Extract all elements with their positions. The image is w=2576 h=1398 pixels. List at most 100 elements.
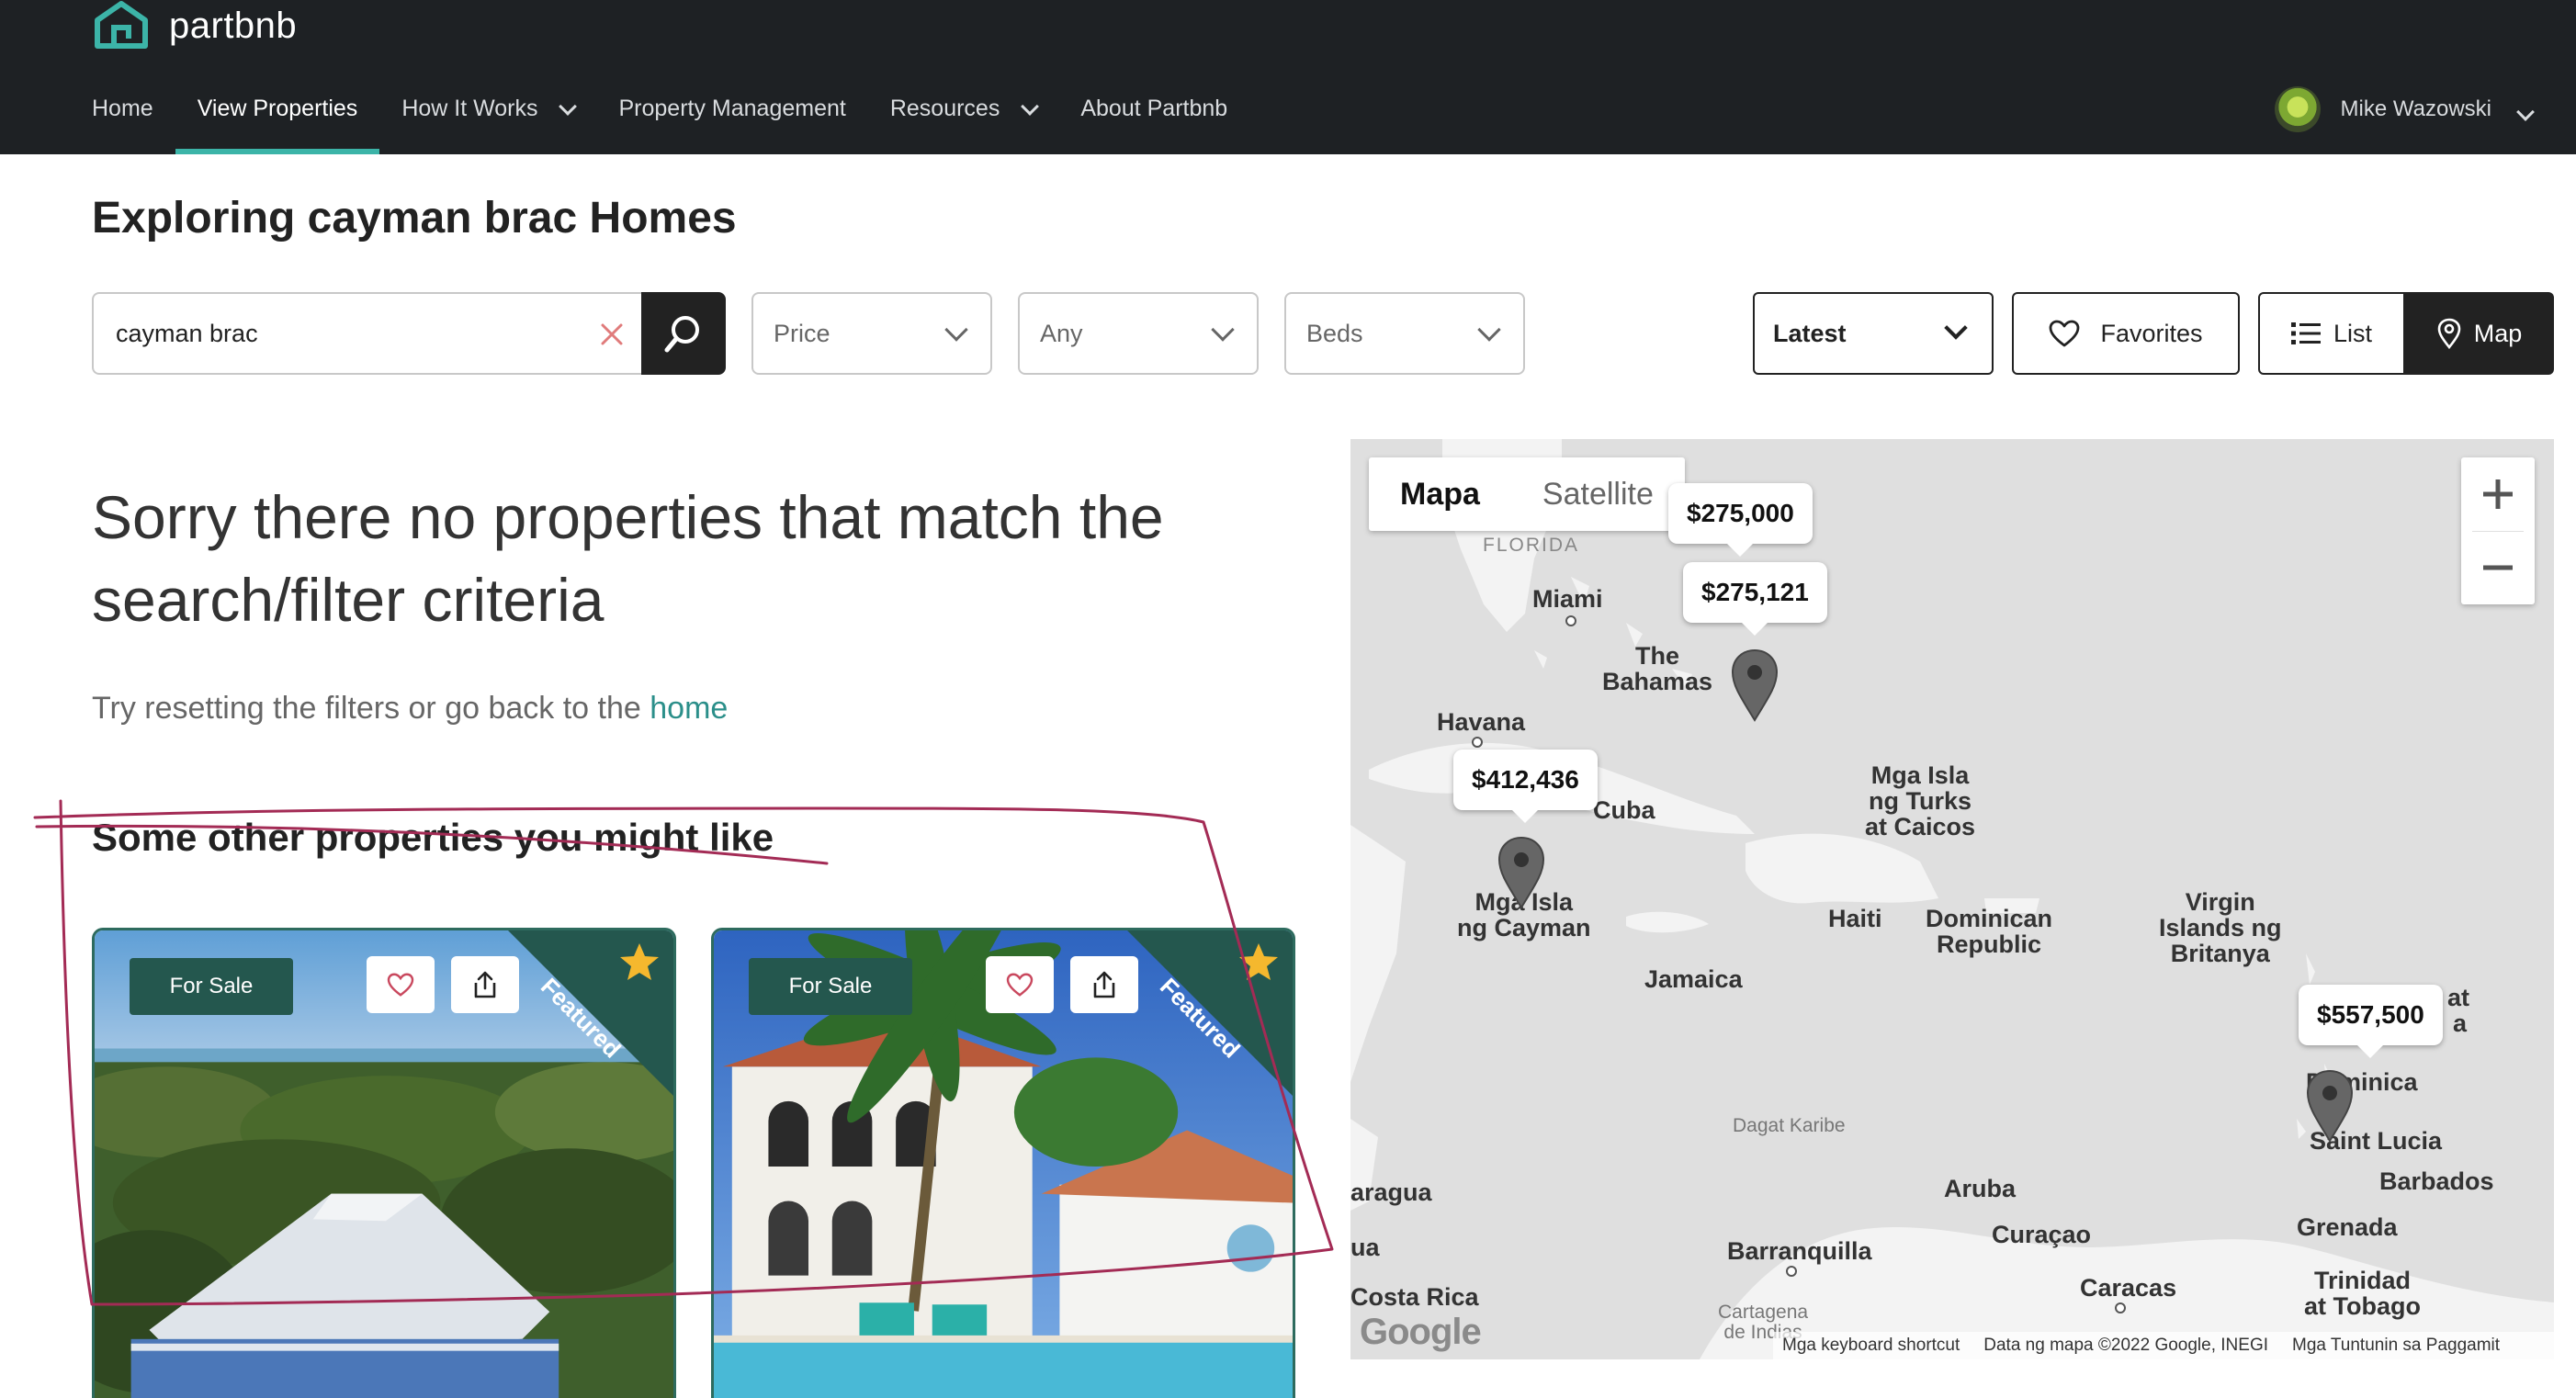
property-card[interactable]: For Sale Featured: [711, 928, 1295, 1398]
map-label-turks-caicos: Mga Isla ng Turks at Caicos: [1865, 761, 1976, 840]
chevron-down-icon: [1211, 318, 1235, 342]
clear-icon[interactable]: [595, 318, 628, 351]
google-logo: Google: [1360, 1312, 1482, 1352]
featured-ribbon: Featured: [1109, 930, 1293, 1114]
chevron-down-icon: [559, 97, 578, 116]
terms-link[interactable]: Mga Tuntunin sa Paggamit: [2292, 1336, 2500, 1356]
search-field: [92, 292, 643, 375]
nav-home[interactable]: Home: [92, 81, 153, 154]
no-results-hint: Try resetting the filters or go back to …: [92, 691, 728, 727]
search-button[interactable]: [641, 292, 726, 375]
logo[interactable]: partbnb: [92, 0, 297, 51]
city-dot: [2115, 1302, 2126, 1313]
map-label-nicaragua: aragua: [1350, 1178, 1432, 1206]
nav-view-properties[interactable]: View Properties: [175, 81, 379, 154]
map-label-costa-rica: Costa Rica: [1350, 1283, 1479, 1311]
chevron-down-icon: [1477, 318, 1501, 342]
price-marker[interactable]: $412,436: [1453, 750, 1598, 823]
price-marker[interactable]: $275,000: [1668, 483, 1813, 557]
map-marker-icon[interactable]: [1497, 836, 1545, 909]
map-marker-icon[interactable]: [1731, 648, 1779, 722]
chevron-down-icon: [944, 318, 968, 342]
type-dropdown-value: Any: [1040, 319, 1083, 347]
city-dot: [1472, 737, 1483, 748]
heart-icon: [2050, 320, 2080, 347]
map-label-grenada: Grenada: [2297, 1213, 2398, 1241]
nav-home-label: Home: [92, 96, 153, 121]
star-icon: [620, 943, 659, 980]
map-label-aruba: Aruba: [1944, 1175, 2017, 1202]
nav-how-it-works[interactable]: How It Works: [401, 81, 578, 154]
map-type-control: Mapa Satellite: [1369, 457, 1685, 531]
favorite-button[interactable]: [367, 956, 435, 1013]
nav-about[interactable]: About Partbnb: [1080, 81, 1227, 154]
search-input[interactable]: [116, 294, 557, 373]
nav-property-management[interactable]: Property Management: [618, 81, 845, 154]
map-view-label: Map: [2473, 319, 2523, 347]
no-results-hint-text: Try resetting the filters or go back to …: [92, 691, 650, 726]
featured-ribbon: Featured: [490, 930, 673, 1114]
favorites-label: Favorites: [2100, 319, 2203, 347]
nav-resources[interactable]: Resources: [889, 81, 1040, 154]
chevron-down-icon: [1021, 97, 1040, 116]
map-label-caracas: Caracas: [2080, 1274, 2177, 1302]
map-marker-icon[interactable]: [2306, 1069, 2354, 1143]
map-label-caribbean-sea: Dagat Karibe: [1733, 1115, 1846, 1136]
chevron-down-icon: [1944, 316, 1968, 340]
top-navigation-bar: partbnb Home View Properties How It Work…: [0, 0, 2576, 154]
page-title: Exploring cayman brac Homes: [92, 194, 737, 242]
map-label-dominican-republic: Dominican Republic: [1926, 905, 2053, 958]
nav-view-properties-label: View Properties: [197, 96, 358, 121]
map-type-satellite[interactable]: Satellite: [1511, 457, 1685, 531]
map-data-credit: Data ng mapa ©2022 Google, INEGI: [1983, 1336, 2268, 1355]
star-icon: [1239, 943, 1278, 980]
user-menu[interactable]: Mike Wazowski: [2274, 86, 2535, 132]
price-marker[interactable]: $557,500: [2299, 985, 2443, 1058]
suggested-properties-title: Some other properties you might like: [92, 816, 774, 859]
map-label-havana: Havana: [1437, 708, 1526, 736]
map-type-map[interactable]: Mapa: [1369, 457, 1511, 531]
beds-dropdown[interactable]: Beds: [1284, 292, 1525, 375]
favorites-button[interactable]: Favorites: [2012, 292, 2240, 375]
zoom-in-button[interactable]: [2461, 457, 2535, 531]
map-label-haiti: Haiti: [1828, 905, 1882, 932]
map-label-partial-at: at: [2447, 984, 2470, 1011]
map-label-trinidad-tobago: Trinidad at Tobago: [2304, 1267, 2421, 1320]
nav-resources-label: Resources: [889, 96, 1000, 121]
map-label-partial-a: a: [2453, 1009, 2468, 1037]
brand-name: partbnb: [169, 5, 298, 46]
nav-about-label: About Partbnb: [1080, 96, 1228, 121]
map-view-button[interactable]: Map: [2405, 292, 2554, 375]
zoom-out-button[interactable]: [2461, 531, 2535, 604]
property-card[interactable]: For Sale Featured: [92, 928, 676, 1398]
no-results-message: Sorry there no properties that match the…: [92, 483, 1164, 634]
keyboard-shortcuts-link[interactable]: Mga keyboard shortcut: [1782, 1336, 1960, 1356]
avatar: [2274, 86, 2321, 132]
for-sale-badge: For Sale: [130, 958, 293, 1015]
map-pin-icon: [2437, 318, 2461, 349]
type-dropdown[interactable]: Any: [1018, 292, 1259, 375]
map-label-virgin-islands: Virgin Islands ng Britanya: [2159, 888, 2282, 967]
sort-dropdown[interactable]: Latest: [1753, 292, 1994, 375]
home-link[interactable]: home: [650, 691, 728, 726]
minus-icon: [2483, 565, 2513, 570]
map-label-miami: Miami: [1532, 585, 1603, 613]
city-dot: [1786, 1266, 1797, 1277]
map[interactable]: Mapa Satellite FLORIDA Miami The Bahamas…: [1350, 439, 2554, 1359]
user-name: Mike Wazowski: [2340, 96, 2491, 121]
map-label-barbados: Barbados: [2379, 1167, 2494, 1195]
map-label-curacao: Curaçao: [1992, 1221, 2092, 1248]
main-nav: Home View Properties How It Works Proper…: [92, 81, 1271, 154]
map-attribution: Mga keyboard shortcut Data ng mapa ©2022…: [1773, 1332, 2554, 1359]
price-dropdown-value: Price: [774, 319, 830, 347]
list-icon: [2290, 322, 2321, 344]
heart-icon: [1006, 973, 1034, 997]
house-logo-icon: [95, 1, 148, 49]
map-label-partial-ua: ua: [1350, 1234, 1380, 1261]
price-marker[interactable]: $275,121: [1683, 562, 1827, 636]
map-label-cuba: Cuba: [1593, 796, 1655, 824]
chevron-down-icon: [2516, 102, 2535, 121]
list-view-button[interactable]: List: [2258, 292, 2405, 375]
favorite-button[interactable]: [986, 956, 1054, 1013]
price-dropdown[interactable]: Price: [751, 292, 992, 375]
